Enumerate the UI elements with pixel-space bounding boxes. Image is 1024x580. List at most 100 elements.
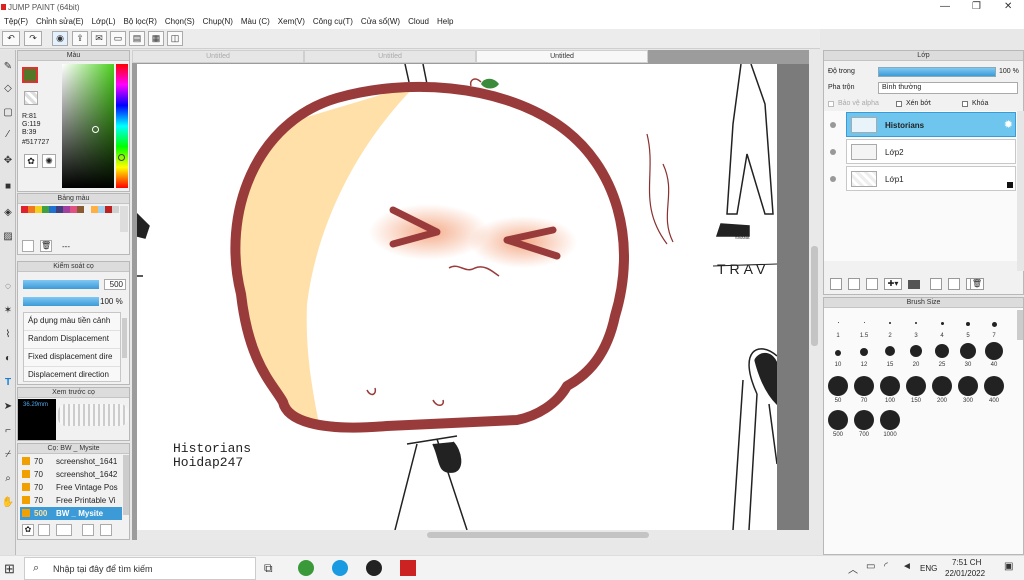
brush-size-15[interactable]: 15 [880, 346, 900, 368]
move-tool-icon[interactable]: ✥ [1, 154, 15, 168]
brush-tool-icon[interactable]: ⁄ [1, 128, 15, 142]
option-apply-fg-color[interactable]: Áp dụng màu tiền cảnh [24, 313, 120, 331]
swatch[interactable] [42, 206, 49, 213]
tab-untitled-1[interactable]: Untitled [132, 50, 304, 63]
language-indicator[interactable]: ENG [920, 564, 937, 573]
saturation-picker[interactable] [62, 64, 114, 188]
swatch[interactable] [112, 206, 119, 213]
brush-size-20[interactable]: 20 [906, 345, 926, 368]
lasso-tool-icon[interactable]: ◌ [1, 280, 15, 294]
undo-button[interactable]: ↶ [2, 31, 20, 46]
delete-palette-icon[interactable]: 🗑 [40, 240, 52, 252]
option-displacement-direction[interactable]: Displacement direction [24, 367, 120, 381]
add-layer-menu-icon[interactable]: ✚▾ [884, 278, 902, 290]
maximize-icon[interactable]: ❐ [972, 1, 981, 12]
jump-paint-icon[interactable] [400, 560, 416, 576]
swatch[interactable] [56, 206, 63, 213]
layer-lop1[interactable]: Lớp1 [846, 166, 1016, 191]
new-layer-icon[interactable] [830, 278, 842, 290]
hand-tool-icon[interactable]: ✋ [1, 496, 15, 510]
export-icon[interactable]: ⇪ [72, 31, 88, 46]
text-tool-icon[interactable]: T [1, 376, 15, 390]
menu-file[interactable]: Tệp(F) [0, 15, 32, 29]
brush-size-100[interactable]: 100 [879, 376, 901, 404]
volume-icon[interactable]: ◄ [902, 561, 912, 572]
brush-size-400[interactable]: 400 [983, 376, 1005, 404]
menu-cloud[interactable]: Cloud [404, 15, 433, 29]
network-icon[interactable]: ◜ [884, 561, 888, 572]
protect-alpha-checkbox[interactable] [828, 101, 834, 107]
pen-pressure-icon[interactable]: ◉ [52, 31, 68, 46]
brush-size-30[interactable]: 30 [958, 343, 978, 368]
swatch[interactable] [49, 206, 56, 213]
opacity-slider[interactable] [23, 297, 99, 306]
size-value[interactable]: 500 [104, 279, 126, 290]
brush-list-scrollbar[interactable] [123, 455, 129, 515]
bucket-tool-icon[interactable]: ◈ [1, 206, 15, 220]
new-layer-2-icon[interactable] [848, 278, 860, 290]
menu-color[interactable]: Màu (C) [237, 15, 274, 29]
layer-opacity-slider[interactable] [878, 67, 996, 77]
battery-icon[interactable]: ▭ [866, 561, 875, 572]
visibility-icon[interactable] [830, 176, 836, 182]
brush-size-700[interactable]: 700 [853, 410, 875, 438]
horizontal-scrollbar[interactable] [137, 530, 809, 540]
palette-scrollbar[interactable] [120, 206, 128, 232]
duplicate-layer-icon[interactable] [866, 278, 878, 290]
tab-untitled-3[interactable]: Untitled [476, 50, 648, 63]
menu-filter[interactable]: Bộ lọc(R) [120, 15, 161, 29]
swatch[interactable] [63, 206, 70, 213]
brush-size-4[interactable]: 4 [932, 322, 952, 339]
brush-size-1000[interactable]: 1000 [879, 410, 901, 438]
swatch[interactable] [77, 206, 84, 213]
brush-size-2[interactable]: 2 [880, 322, 900, 339]
copy-layer-icon[interactable] [930, 278, 942, 290]
clip-checkbox[interactable] [896, 101, 902, 107]
brush-new-icon[interactable] [56, 524, 72, 536]
brush-copy-icon[interactable] [82, 524, 94, 536]
zoom-tool-icon[interactable]: ⌕ [1, 472, 15, 486]
brush-item[interactable]: 70 Free Vintage Pos [20, 481, 122, 494]
brush-add-icon[interactable]: ✿ [22, 524, 34, 536]
menu-view[interactable]: Xem(V) [274, 15, 309, 29]
brush-size-70[interactable]: 70 [853, 376, 875, 404]
swatch[interactable] [84, 206, 91, 213]
brush-size-3[interactable]: 3 [906, 322, 926, 339]
hue-slider[interactable] [116, 64, 128, 188]
layers-scrollbar[interactable] [1017, 111, 1024, 271]
brush-size-500[interactable]: 500 [827, 410, 849, 438]
vertical-scrollbar[interactable] [809, 50, 820, 540]
layout-icon[interactable]: ◫ [167, 31, 183, 46]
menu-tools[interactable]: Công cụ(T) [309, 15, 357, 29]
swatch[interactable] [35, 206, 42, 213]
swatch-grid[interactable] [21, 206, 119, 213]
eyedropper-icon[interactable]: ⌇ [1, 328, 15, 342]
merge-layer-icon[interactable] [948, 278, 960, 290]
brush-size-7[interactable]: 7 [984, 322, 1004, 339]
view-icon[interactable]: ▤ [129, 31, 145, 46]
notification-icon[interactable]: ▣ [1004, 561, 1013, 572]
brush-size-10[interactable]: 10 [828, 350, 848, 368]
brush-size-1[interactable]: 1 [828, 322, 848, 339]
color-mode-icon[interactable]: ✿ [24, 154, 38, 168]
blend-mode-select[interactable]: Bình thường [878, 82, 1018, 94]
magic-wand-icon[interactable]: ✶ [1, 304, 15, 318]
blur-tool-icon[interactable]: ◐ [1, 352, 15, 366]
operation-tool-icon[interactable]: ➤ [1, 400, 15, 414]
swatch[interactable] [91, 206, 98, 213]
size-slider[interactable] [23, 280, 99, 289]
visibility-icon[interactable] [830, 149, 836, 155]
color-wheel-icon[interactable]: ✺ [42, 154, 56, 168]
skype-icon[interactable] [332, 560, 348, 576]
menu-edit[interactable]: Chỉnh sửa(E) [32, 15, 88, 29]
message-icon[interactable]: ▭ [110, 31, 126, 46]
windows-start-icon[interactable]: ⊞ [4, 561, 15, 577]
tray-chevron-icon[interactable]: ︿ [848, 561, 858, 576]
menu-select[interactable]: Chọn(S) [161, 15, 199, 29]
brush-size-25[interactable]: 25 [932, 344, 952, 368]
pipette-tool-icon[interactable]: ⌿ [1, 448, 15, 462]
drawing-canvas[interactable]: TRAV SIVANA Historians Hoidap247 [137, 64, 777, 530]
brush-size-40[interactable]: 40 [984, 342, 1004, 368]
brush-open-folder-icon[interactable] [100, 524, 112, 536]
swatch[interactable] [70, 206, 77, 213]
